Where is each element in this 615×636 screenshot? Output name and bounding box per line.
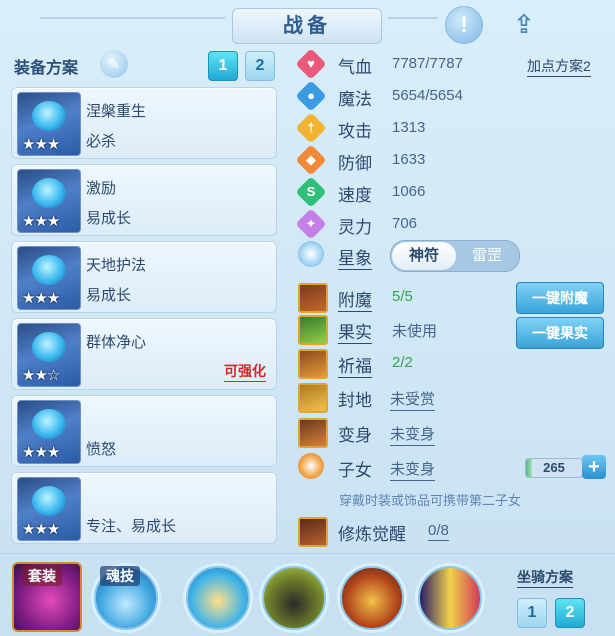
equipment-card[interactable]: ★★☆ 群体净心 可强化	[11, 318, 277, 390]
enchant-icon	[298, 283, 328, 313]
suit-tag: 套装	[22, 566, 62, 586]
extra-name[interactable]: 附魔	[338, 286, 372, 312]
equipment-skill: 群体净心	[86, 334, 147, 351]
add-child-points-button[interactable]: +	[582, 455, 606, 479]
skill-slot-icon[interactable]	[340, 566, 404, 630]
mount-plan-label[interactable]: 坐骑方案	[517, 567, 573, 588]
star-sign-icon	[298, 241, 324, 267]
equipment-card[interactable]: ★★★ 专注、易成长	[11, 472, 277, 544]
equipment-icon: ★★★	[17, 246, 81, 310]
mount-plan-1-button[interactable]: 1	[517, 598, 547, 628]
child-points-bar: 265	[525, 458, 583, 478]
extra-value: 5/5	[392, 288, 413, 305]
star-rating: ★★★	[22, 290, 60, 307]
extra-name: 封地	[338, 391, 372, 410]
equipment-trait: 易成长	[86, 210, 132, 227]
star-sign-option[interactable]: 雷罡	[457, 242, 517, 270]
stat-value: 5654/5654	[392, 87, 463, 104]
equipment-card[interactable]: ★★★ 愤怒	[11, 395, 277, 467]
stat-name: 魔法	[338, 90, 372, 109]
star-rating: ★★★	[22, 521, 60, 538]
equipment-card[interactable]: ★★★ 激励 易成长	[11, 164, 277, 236]
help-icon[interactable]: !	[445, 6, 483, 44]
upgradable-badge[interactable]: 可强化	[224, 361, 266, 382]
cultivation-name: 修炼觉醒	[338, 525, 406, 544]
add-point-plan-link[interactable]: 加点方案2	[527, 56, 591, 77]
extra-name[interactable]: 果实	[338, 318, 372, 344]
one-click-fruit-button[interactable]: 一键果实	[516, 317, 604, 349]
second-child-hint: 穿戴时装或饰品可携带第二子女	[339, 493, 522, 508]
equipment-trait: 专注、易成长	[86, 518, 177, 535]
equipment-icon: ★★★	[17, 169, 81, 233]
equipment-icon: ★★★	[17, 477, 81, 541]
blessing-icon	[298, 349, 328, 379]
stat-value: 7787/7787	[392, 55, 463, 72]
equipment-icon: ★★☆	[17, 323, 81, 387]
extra-name: 变身	[338, 426, 372, 445]
extra-value[interactable]: 未受赏	[390, 388, 436, 411]
equipment-skill: 激励	[86, 180, 117, 197]
star-sign-option-selected[interactable]: 神符	[392, 242, 456, 270]
equipment-skill: 涅槃重生	[86, 103, 147, 120]
stat-name: 攻击	[338, 122, 372, 141]
stat-value: 706	[392, 215, 418, 232]
skill-slot-icon[interactable]	[186, 566, 250, 630]
equipment-trait: 易成长	[86, 287, 132, 304]
stat-name: 速度	[338, 186, 372, 205]
extra-name: 子女	[338, 461, 372, 480]
bottom-divider	[0, 553, 615, 554]
equip-plan-1-button[interactable]: 1	[208, 51, 238, 81]
star-rating: ★★★	[22, 444, 60, 461]
extra-value[interactable]: 未变身	[390, 423, 436, 446]
stat-value: 1313	[392, 119, 426, 136]
child-points-value: 265	[543, 460, 565, 475]
star-rating: ★★☆	[22, 367, 60, 384]
equipment-skill: 天地护法	[86, 257, 147, 274]
cultivation-value[interactable]: 0/8	[428, 522, 449, 541]
equipment-icon: ★★★	[17, 92, 81, 156]
equipment-plan-label: 装备方案	[14, 60, 79, 77]
stat-value: 1633	[392, 151, 426, 168]
equip-plan-2-button[interactable]: 2	[245, 51, 275, 81]
mount-plan-2-button[interactable]: 2	[555, 598, 585, 628]
skill-slot-icon[interactable]	[262, 566, 326, 630]
equipment-card[interactable]: ★★★ 天地护法 易成长	[11, 241, 277, 313]
equipment-trait: 必杀	[86, 133, 117, 150]
share-icon[interactable]: ⇪	[506, 6, 542, 42]
star-sign-label[interactable]: 星象	[338, 244, 372, 270]
stat-name: 气血	[338, 58, 372, 77]
page-title: 战备	[232, 8, 382, 44]
extra-value: 2/2	[392, 354, 413, 371]
fief-icon	[298, 383, 328, 413]
extra-value[interactable]: 未变身	[390, 458, 436, 481]
one-click-enchant-button[interactable]: 一键附魔	[516, 282, 604, 314]
fruit-icon	[298, 315, 328, 345]
title-divider-right	[388, 17, 438, 19]
star-rating: ★★★	[22, 213, 60, 230]
stat-name: 灵力	[338, 218, 372, 237]
star-rating: ★★★	[22, 136, 60, 153]
transform-icon	[298, 418, 328, 448]
equipment-card[interactable]: ★★★ 涅槃重生 必杀	[11, 87, 277, 159]
star-sign-toggle[interactable]: 神符 雷罡	[390, 240, 520, 272]
equipment-icon: ★★★	[17, 400, 81, 464]
soul-skill-tag: 魂技	[100, 566, 140, 586]
extra-name[interactable]: 祈福	[338, 352, 372, 378]
battle-prep-panel: 战备 ! ⇪ 装备方案 ✎ 1 2 ★★★ 涅槃重生 必杀 ★★★ 激励 易成长…	[0, 0, 615, 636]
edit-pen-icon[interactable]: ✎	[100, 50, 128, 78]
cultivation-icon	[298, 517, 328, 547]
child-icon	[298, 453, 324, 479]
skill-slot-icon[interactable]	[418, 566, 482, 630]
stat-value: 1066	[392, 183, 426, 200]
equipment-trait: 愤怒	[86, 441, 117, 458]
title-divider-left	[40, 17, 225, 19]
stat-name: 防御	[338, 154, 372, 173]
extra-value: 未使用	[392, 323, 438, 340]
